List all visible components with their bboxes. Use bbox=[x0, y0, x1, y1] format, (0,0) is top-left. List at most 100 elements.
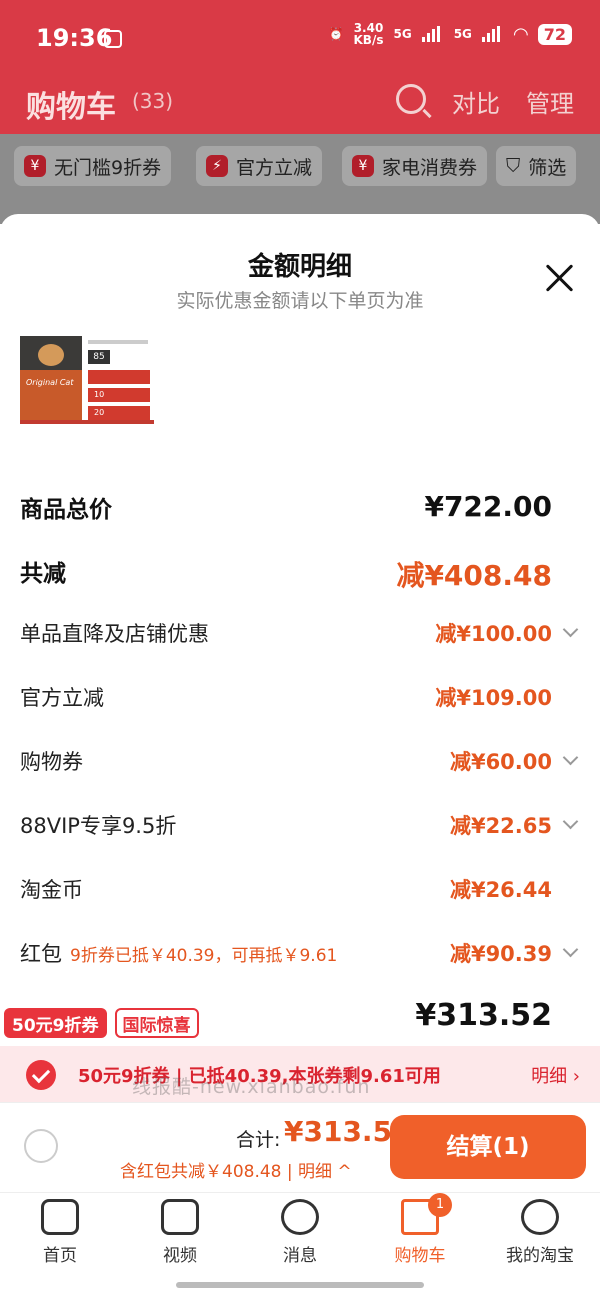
row-value: ¥722.00 bbox=[424, 490, 552, 523]
promo-tag-international: 国际惊喜 bbox=[114, 1008, 199, 1038]
row-total-price: 商品总价 ¥722.00 bbox=[20, 490, 580, 530]
manage-button[interactable]: 管理 bbox=[526, 84, 574, 119]
tab-messages[interactable]: 消息 bbox=[250, 1199, 350, 1269]
row-red-packet[interactable]: 红包 9折券已抵￥40.39，可再抵￥9.61 减¥90.39 bbox=[20, 938, 580, 978]
chevron-down-icon[interactable] bbox=[562, 941, 579, 958]
close-icon[interactable] bbox=[542, 260, 578, 296]
tab-home[interactable]: 首页 bbox=[10, 1199, 110, 1269]
row-note: 9折券已抵￥40.39，可再抵￥9.61 bbox=[70, 946, 338, 966]
coupon-detail-link[interactable]: 明细 › bbox=[531, 1062, 580, 1088]
alarm-icon: ⏰ bbox=[328, 27, 344, 41]
row-label: 红包 9折券已抵￥40.39，可再抵￥9.61 bbox=[20, 938, 337, 968]
filter-chips: ¥ 无门槛9折券 ⚡ 官方立减 ¥ 家电消费券 ⛉ 筛选 bbox=[0, 134, 600, 224]
promo-tag-coupon: 50元9折券 bbox=[4, 1008, 107, 1038]
row-shopping-coupon[interactable]: 购物券 减¥60.00 bbox=[20, 746, 580, 786]
select-all-checkbox[interactable] bbox=[24, 1129, 58, 1163]
status-time: 19:36 bbox=[36, 24, 113, 52]
row-value: 减¥26.44 bbox=[449, 878, 552, 902]
row-label: 官方立减 bbox=[20, 686, 104, 710]
product-image: Original Cat bbox=[20, 336, 82, 420]
sheet-subtitle: 实际优惠金额请以下单页为准 bbox=[176, 290, 424, 312]
chevron-down-icon[interactable] bbox=[562, 813, 579, 830]
checkout-bar: 合计: ¥313.52 含红包共减￥408.48 | 明细 ^ 结算(1) bbox=[0, 1102, 600, 1192]
chip-label: 筛选 bbox=[528, 156, 567, 179]
checkout-button[interactable]: 结算(1) bbox=[390, 1115, 586, 1179]
wifi-icon: ◠ bbox=[513, 23, 528, 45]
row-value: 减¥60.00 bbox=[449, 750, 552, 774]
promo-85-badge: 85 bbox=[88, 350, 110, 364]
status-indicators: ⏰ 3.40 KB/s 5G 5G ◠ 72 bbox=[329, 22, 572, 46]
cart-count: (33) bbox=[132, 89, 174, 113]
row-taojinbi: 淘金币 减¥26.44 bbox=[20, 874, 580, 914]
filter-icon: ⛉ bbox=[506, 155, 521, 177]
chip-coupon[interactable]: ¥ 无门槛9折券 bbox=[14, 146, 172, 186]
tab-video[interactable]: 视频 bbox=[130, 1199, 230, 1269]
video-icon bbox=[161, 1199, 199, 1235]
tab-label: 视频 bbox=[163, 1246, 197, 1266]
nav-bar: 购物车 (33) 对比 管理 bbox=[0, 78, 600, 128]
row-value: 减¥408.48 bbox=[396, 559, 552, 592]
row-88vip[interactable]: 88VIP专享9.5折 减¥22.65 bbox=[20, 810, 580, 850]
promo-badge-1 bbox=[88, 370, 150, 384]
page-title: 购物车 bbox=[26, 90, 116, 125]
home-icon bbox=[41, 1199, 79, 1235]
notification-icon bbox=[104, 30, 122, 48]
row-total-discount: 共减 减¥408.48 bbox=[20, 554, 580, 594]
row-label: 淘金币 bbox=[20, 878, 83, 902]
row-label: 购物券 bbox=[20, 750, 83, 774]
chip-filter[interactable]: ⛉ 筛选 bbox=[496, 146, 577, 186]
profile-icon bbox=[521, 1199, 559, 1235]
tab-label: 购物车 bbox=[394, 1246, 446, 1266]
tab-label: 我的淘宝 bbox=[506, 1246, 574, 1266]
coupon-icon: ¥ bbox=[352, 155, 374, 177]
battery-indicator: 72 bbox=[537, 23, 572, 45]
watermark: 线报酷-new.xianbao.fun bbox=[132, 1076, 371, 1098]
row-official-discount: 官方立减 减¥109.00 bbox=[20, 682, 580, 722]
cart-badge: 1 bbox=[428, 1193, 452, 1217]
net-speed-unit: KB/s bbox=[353, 33, 384, 47]
row-value: 减¥22.65 bbox=[449, 814, 552, 838]
search-icon[interactable] bbox=[396, 84, 426, 114]
promo-badge-2: 10 bbox=[88, 388, 150, 402]
tab-my-taobao[interactable]: 我的淘宝 bbox=[490, 1199, 590, 1269]
row-value: 减¥109.00 bbox=[435, 686, 552, 710]
sum-label: 合计: bbox=[236, 1129, 281, 1151]
cat-image bbox=[38, 344, 64, 366]
sum-detail-link[interactable]: 含红包共减￥408.48 | 明细 ^ bbox=[120, 1157, 352, 1182]
chip-label: 官方立减 bbox=[236, 156, 313, 179]
row-label-text: 红包 bbox=[20, 942, 62, 966]
signal-2-icon bbox=[481, 26, 504, 42]
promo-badge-3: 20 bbox=[88, 406, 150, 420]
product-thumbnail[interactable]: Original Cat 85 10 20 bbox=[20, 336, 154, 424]
row-label: 共减 bbox=[20, 561, 66, 587]
chip-appliance-coupon[interactable]: ¥ 家电消费券 bbox=[342, 146, 488, 186]
total-amount: ¥313.52 bbox=[415, 998, 552, 1033]
home-indicator[interactable] bbox=[176, 1282, 424, 1288]
status-bar: 19:36 ⏰ 3.40 KB/s 5G 5G ◠ 72 bbox=[0, 0, 600, 72]
row-value: 减¥100.00 bbox=[435, 622, 552, 646]
lightning-icon: ⚡ bbox=[206, 155, 228, 177]
chip-label: 无门槛9折券 bbox=[54, 156, 162, 179]
tab-label: 消息 bbox=[283, 1246, 317, 1266]
tab-cart[interactable]: 1 购物车 bbox=[370, 1193, 470, 1269]
row-label: 单品直降及店铺优惠 bbox=[20, 622, 209, 646]
row-label: 商品总价 bbox=[20, 497, 112, 523]
chip-label: 家电消费券 bbox=[382, 156, 478, 179]
check-icon[interactable] bbox=[26, 1060, 56, 1090]
signal-2-label: 5G bbox=[453, 27, 472, 41]
net-speed: 3.40 KB/s bbox=[354, 22, 384, 46]
coupon-icon: ¥ bbox=[24, 155, 46, 177]
row-store-discount[interactable]: 单品直降及店铺优惠 减¥100.00 bbox=[20, 618, 580, 658]
product-image-logo: Original Cat bbox=[26, 378, 74, 387]
signal-1-label: 5G bbox=[393, 27, 412, 41]
chevron-down-icon[interactable] bbox=[562, 621, 579, 638]
tab-label: 首页 bbox=[43, 1246, 77, 1266]
row-value: 减¥90.39 bbox=[449, 942, 552, 966]
product-promo-image: 85 10 20 bbox=[86, 336, 154, 420]
compare-button[interactable]: 对比 bbox=[452, 84, 500, 119]
signal-1-icon bbox=[421, 26, 444, 42]
promo-tags: 50元9折券 国际惊喜 bbox=[4, 1008, 199, 1038]
chevron-down-icon[interactable] bbox=[562, 749, 579, 766]
chip-official-discount[interactable]: ⚡ 官方立减 bbox=[196, 146, 323, 186]
message-icon bbox=[281, 1199, 319, 1235]
